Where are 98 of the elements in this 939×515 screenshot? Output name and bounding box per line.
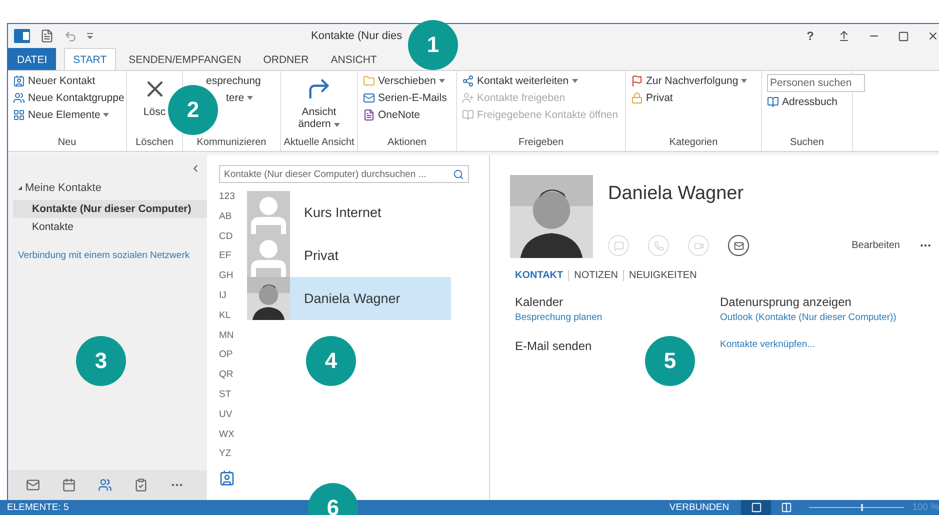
- folder-icon: [363, 75, 375, 87]
- people-icon: [13, 92, 25, 104]
- edit-button[interactable]: Bearbeiten: [852, 240, 900, 251]
- contact-item[interactable]: Kurs Internet: [247, 191, 451, 234]
- index-letter[interactable]: OP: [219, 349, 241, 370]
- group-contact-icon: [247, 191, 290, 234]
- ribbon-tab[interactable]: START: [64, 48, 116, 70]
- zoom-thumb[interactable]: [861, 504, 864, 511]
- ribbon-button[interactable]: Verschieben: [363, 74, 445, 88]
- contact-item[interactable]: Privat: [247, 234, 451, 277]
- section-link[interactable]: Outlook (Kontakte (Nur dieser Computer)): [720, 312, 939, 323]
- connection-status: VERBUNDEN: [669, 502, 730, 513]
- undo-icon[interactable]: [64, 30, 77, 42]
- note-icon: [363, 109, 375, 121]
- ribbon-button[interactable]: OneNote: [363, 108, 420, 122]
- address-book-icon: [767, 96, 779, 108]
- ribbon-button[interactable]: Neuer Kontakt: [13, 74, 96, 88]
- search-icon: [453, 168, 464, 180]
- mail-icon: [734, 240, 744, 250]
- customize-icon[interactable]: [87, 32, 93, 40]
- index-letter[interactable]: ST: [219, 388, 241, 409]
- index-letter[interactable]: CD: [219, 230, 241, 250]
- section-heading: E-Mail senden: [515, 339, 593, 353]
- mail-button[interactable]: [728, 235, 749, 256]
- open-book-icon: [462, 109, 474, 121]
- mail-icon[interactable]: [26, 478, 40, 492]
- share-contact-icon: [462, 92, 474, 104]
- ribbon-button[interactable]: Kontakt weiterleiten: [462, 74, 578, 88]
- card-tab[interactable]: KONTAKT: [515, 270, 568, 281]
- section-heading: Datenursprung anzeigen: [720, 295, 852, 309]
- chat-icon: [614, 240, 624, 250]
- group-label: Kommunizieren: [196, 137, 268, 150]
- window-title: Kontakte (Nur dies: [311, 30, 402, 42]
- ribbon-tab[interactable]: SENDEN/EMPFANGEN: [120, 48, 250, 70]
- index-letter[interactable]: UV: [219, 408, 241, 429]
- contact-name: Daniela Wagner: [608, 183, 745, 205]
- two-columns-icon: [780, 502, 792, 513]
- calendar-icon[interactable]: [62, 478, 76, 492]
- ribbon-button[interactable]: Ansicht ändern: [290, 74, 348, 132]
- group-label: Suchen: [789, 137, 825, 150]
- group-label: Neu: [56, 137, 78, 150]
- contact-item[interactable]: Daniela Wagner: [247, 277, 451, 320]
- ribbon-tab[interactable]: DATEI: [8, 48, 56, 70]
- contact-view-icon[interactable]: [219, 470, 235, 486]
- maximize-icon[interactable]: [898, 30, 909, 42]
- folder-heading[interactable]: Meine Kontakte: [8, 174, 207, 200]
- index-letter[interactable]: KL: [219, 310, 241, 330]
- item-count: ELEMENTE: 5: [7, 502, 69, 513]
- help-button[interactable]: ?: [806, 29, 814, 43]
- contact-search-field[interactable]: Kontakte (Nur dieser Computer) durchsuchen ...: [219, 165, 469, 183]
- group-contact-icon: [247, 234, 290, 277]
- index-letter[interactable]: EF: [219, 250, 241, 270]
- folder-item[interactable]: Kontakte: [13, 218, 207, 236]
- zoom-level: 100 %: [912, 502, 939, 513]
- ribbon-button[interactable]: tere: [226, 91, 254, 105]
- index-letter[interactable]: AB: [219, 210, 241, 231]
- section-link[interactable]: Kontakte verknüpfen...: [720, 339, 939, 350]
- group-label: Freigeben: [517, 137, 565, 150]
- group-label: Löschen: [134, 137, 174, 150]
- index-letter[interactable]: 123: [219, 191, 241, 211]
- tasks-icon[interactable]: [134, 478, 148, 492]
- ribbon-button[interactable]: Neue Kontaktgruppe: [13, 91, 124, 105]
- index-letter[interactable]: MN: [219, 330, 241, 350]
- card-tab[interactable]: NEUIGKEITEN: [623, 270, 702, 281]
- social-network-link[interactable]: Verbindung mit einem sozialen Netzwerk: [18, 250, 207, 261]
- index-letter[interactable]: GH: [219, 270, 241, 290]
- card-tab[interactable]: NOTIZEN: [568, 270, 624, 281]
- mail-icon: [363, 92, 375, 104]
- index-letter[interactable]: QR: [219, 369, 241, 389]
- index-letter[interactable]: IJ: [219, 290, 241, 310]
- search-people-field[interactable]: Personen suchen: [767, 74, 865, 92]
- ribbon-button[interactable]: esprechung: [206, 74, 261, 88]
- group-label: Kategorien: [668, 137, 719, 150]
- lock-icon: [631, 92, 643, 104]
- contact-card-icon: [13, 75, 25, 87]
- section-link[interactable]: Besprechung planen: [515, 312, 720, 323]
- index-letter[interactable]: WX: [219, 428, 241, 448]
- group-label: Aktionen: [386, 137, 428, 150]
- ribbon-button[interactable]: Privat: [631, 91, 673, 105]
- folder-item[interactable]: Kontakte (Nur dieser Computer): [13, 200, 207, 218]
- ribbon-tab[interactable]: ANSICHT: [322, 48, 386, 70]
- phone-icon: [654, 240, 664, 250]
- group-label: Aktuelle Ansicht: [282, 137, 356, 150]
- section-heading: Kalender: [515, 295, 564, 309]
- normal-view-button[interactable]: [741, 500, 772, 515]
- ribbon-tab[interactable]: ORDNER: [254, 48, 318, 70]
- square-icon: [750, 502, 762, 513]
- ribbon-button[interactable]: Adressbuch: [767, 95, 838, 109]
- ribbon-display-icon[interactable]: [838, 30, 850, 42]
- flag-icon: [631, 75, 643, 87]
- video-camera-icon: [694, 240, 704, 250]
- ribbon-button[interactable]: Neue Elemente: [13, 108, 110, 122]
- close-icon[interactable]: [927, 30, 939, 42]
- new-items-icon: [13, 109, 25, 121]
- ribbon-button[interactable]: Serien-E-Mails: [363, 91, 447, 105]
- index-letter[interactable]: YZ: [219, 448, 241, 468]
- people-icon[interactable]: [98, 478, 112, 492]
- ribbon-button[interactable]: Zur Nachverfolgung: [631, 74, 748, 88]
